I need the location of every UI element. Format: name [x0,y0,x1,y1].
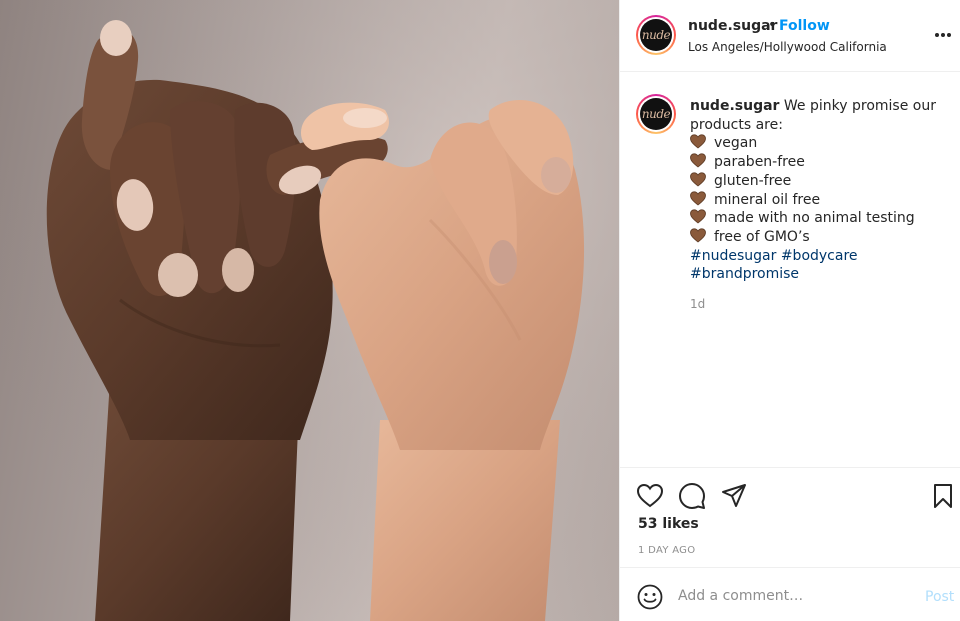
caption-text: We pinky promise our [783,98,936,114]
list-item: free of GMO’s [690,228,948,247]
brown-heart-icon [690,190,706,206]
bookmark-icon[interactable] [929,482,957,510]
caption-timestamp[interactable]: 1d [690,297,705,311]
brown-heart-icon [690,153,706,168]
brown-heart-icon [690,172,706,187]
caption: nude.sugar We pinky promise our products… [690,97,948,284]
more-options-icon[interactable] [934,26,952,44]
list-item: made with no animal testing [690,209,948,228]
follow-button[interactable]: Follow [779,18,830,34]
hashtag-link[interactable]: #brandpromise [690,266,799,282]
likes-count[interactable]: 53 likes [638,516,699,532]
caption-avatar[interactable]: nude [636,94,676,134]
username-link[interactable]: nude.sugar [688,18,777,34]
post-date: 1 DAY AGO [638,545,696,556]
photo-illustration [0,0,619,621]
comment-input[interactable] [678,585,908,607]
brown-heart-icon [690,228,706,243]
separator-dot: • [768,17,777,33]
location-link[interactable]: Los Angeles/Hollywood California [688,40,887,54]
caption-username[interactable]: nude.sugar [690,98,779,114]
comment-icon[interactable] [678,482,706,510]
post-header: nude nude.sugar • Follow Los Angeles/Hol… [620,0,960,72]
caption-text: products are: [690,116,783,133]
avatar-logo: nude [641,28,671,42]
list-item: paraben-free [690,153,948,172]
post-comment-button[interactable]: Post [925,589,954,605]
post-photo[interactable] [0,0,619,621]
share-icon[interactable] [720,482,748,510]
heart-icon[interactable] [636,482,664,510]
list-item: gluten-free [690,172,948,191]
hashtag-link[interactable]: #bodycare [781,248,858,264]
brown-heart-icon [690,134,706,149]
post-sidebar: nude nude.sugar • Follow Los Angeles/Hol… [619,0,960,621]
hashtag-link[interactable]: #nudesugar [690,248,776,264]
post-actions: 53 likes 1 DAY AGO [620,467,960,567]
comment-box: Post [620,567,960,621]
avatar[interactable]: nude [636,15,676,55]
list-item: vegan [690,134,948,153]
emoji-icon[interactable] [637,584,663,610]
avatar-logo: nude [641,107,671,121]
brown-heart-icon [690,209,706,224]
list-item: mineral oil free [690,190,948,210]
